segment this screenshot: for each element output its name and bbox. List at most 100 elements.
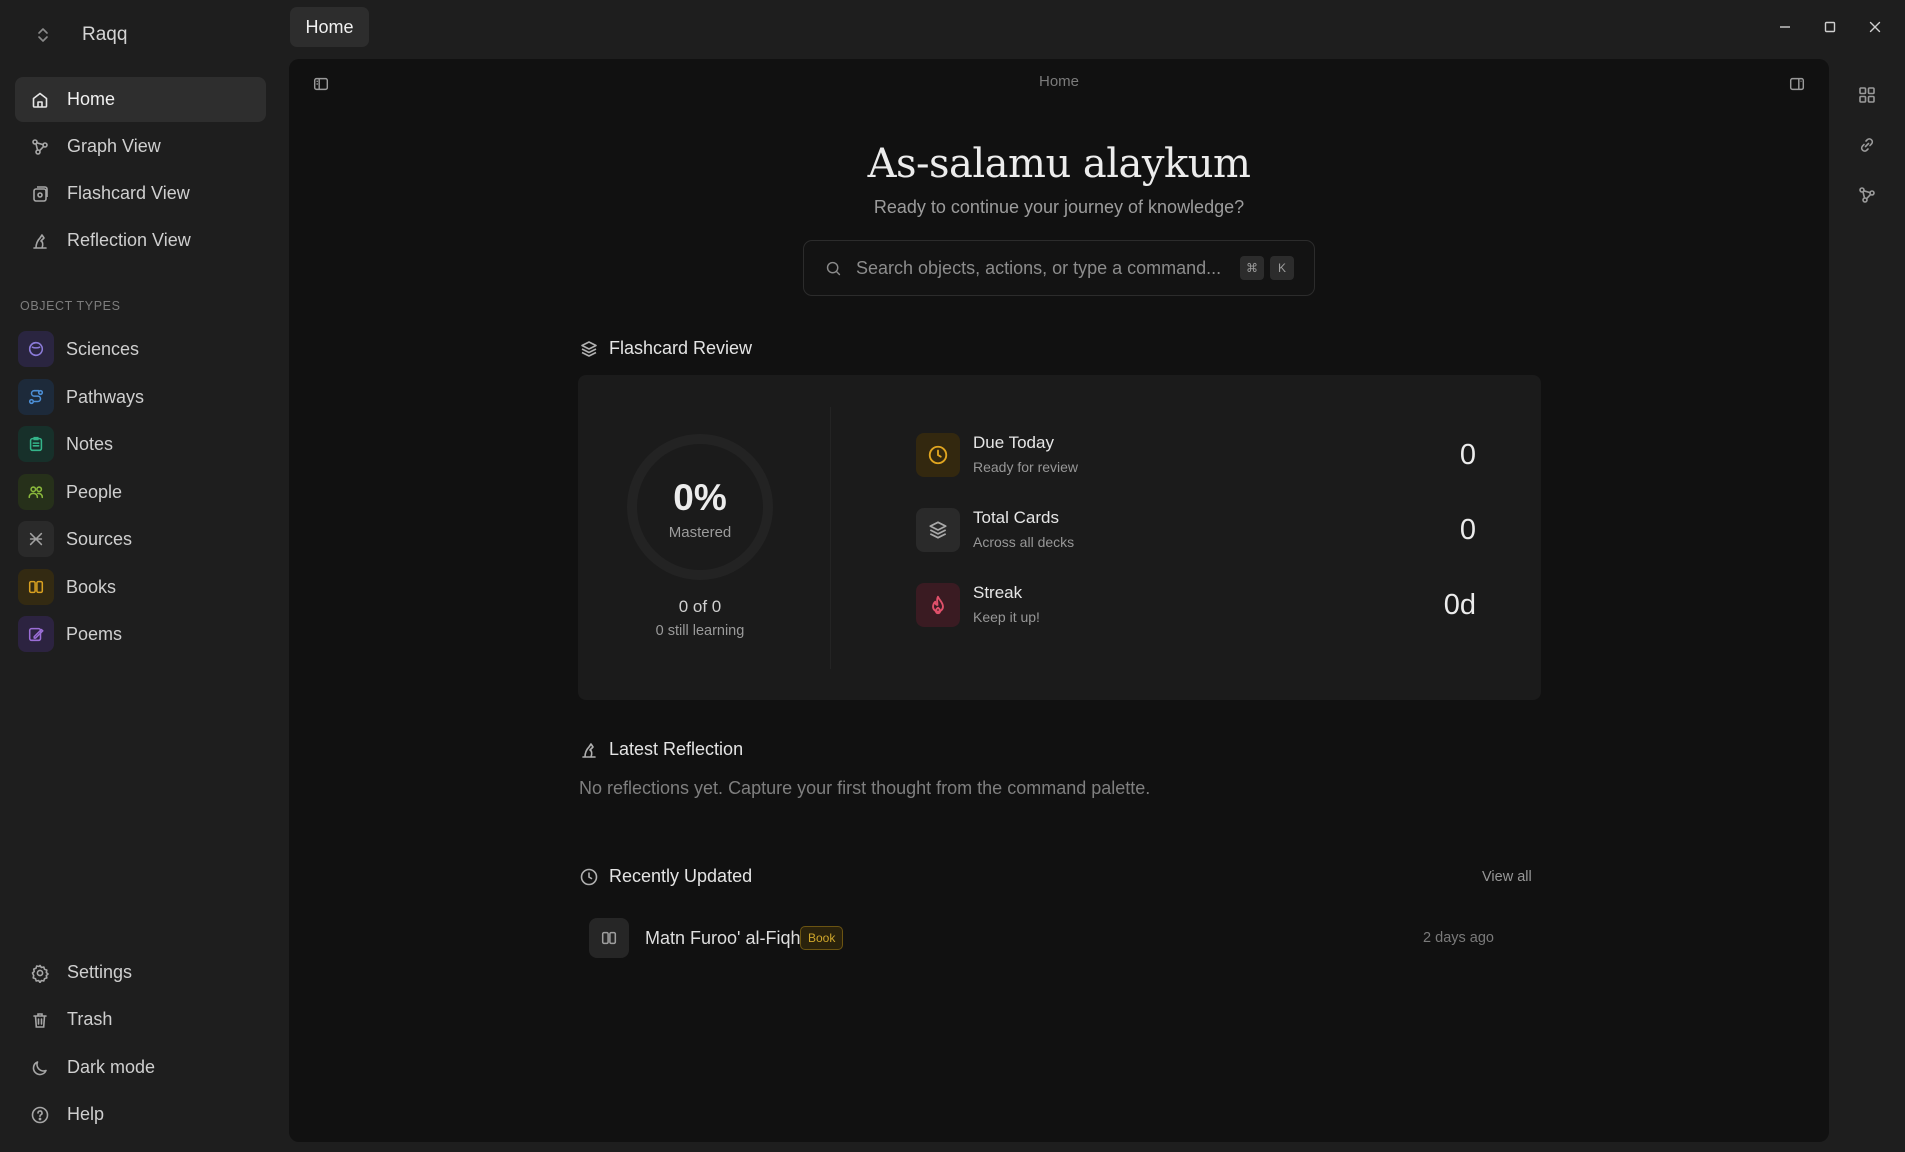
breadcrumb: Home [1038, 73, 1079, 90]
section-title: Recently Updated [609, 866, 753, 886]
search-icon [824, 259, 842, 277]
reflection-icon [579, 740, 599, 760]
main-panel: Home As-salamu alaykum Ready to continue… [289, 59, 1829, 1142]
type-sources[interactable]: Sources [18, 519, 266, 559]
gear-icon [28, 961, 52, 985]
shortcut-key: ⌘ [1240, 256, 1264, 280]
stat-subtitle: Ready for review [973, 459, 1079, 475]
type-badge: Book [800, 926, 844, 950]
app-header: Raqq [28, 20, 127, 50]
list-item[interactable]: Matn Furoo' al-Fiqh Book 2 days ago [589, 918, 1494, 960]
tab-home[interactable]: Home [290, 7, 369, 47]
link-icon[interactable] [1854, 132, 1880, 158]
minimize-icon[interactable] [1773, 15, 1797, 39]
nav-home[interactable]: Home [15, 77, 266, 122]
type-poems[interactable]: Poems [18, 614, 266, 654]
people-icon [18, 474, 54, 510]
divider [830, 407, 831, 669]
sidebar: Raqq Home Graph View Flashcard View Refl… [0, 0, 285, 1152]
nav-label: Reflection View [67, 230, 191, 250]
nav-label: Flashcard View [67, 183, 190, 203]
cards-count: 0 of 0 [678, 597, 722, 616]
item-title: Matn Furoo' al-Fiqh [645, 928, 801, 948]
nav-help[interactable]: Help [15, 1092, 266, 1137]
type-books[interactable]: Books [18, 567, 266, 607]
app-name: Raqq [82, 24, 128, 45]
section-title: Flashcard Review [609, 338, 753, 358]
reflection-empty-state: No reflections yet. Capture your first t… [579, 778, 1151, 798]
pathways-icon [18, 379, 54, 415]
moon-icon [28, 1056, 52, 1080]
type-people[interactable]: People [18, 472, 266, 512]
nav-label: Home [67, 89, 116, 109]
stat-subtitle: Across all decks [973, 534, 1075, 550]
trash-icon [28, 1008, 52, 1032]
latest-reflection-header: Latest Reflection [579, 739, 743, 760]
mastered-label: Mastered [668, 524, 732, 541]
mastered-percent: 0% [673, 477, 727, 518]
page-subtitle: Ready to continue your journey of knowle… [873, 197, 1245, 217]
type-label: Books [66, 576, 117, 597]
view-all-link[interactable]: View all [1482, 869, 1532, 885]
app-switcher-icon[interactable] [28, 20, 58, 50]
layers-icon [579, 339, 599, 359]
flashcard-card: 0% Mastered 0 of 0 0 still learning Due … [578, 375, 1541, 700]
shortcut-key: K [1270, 256, 1294, 280]
books-icon [589, 918, 629, 958]
type-notes[interactable]: Notes [18, 424, 266, 464]
mastery-ring: 0% Mastered [626, 433, 774, 581]
type-label: Sources [66, 528, 133, 549]
notes-icon [18, 426, 54, 462]
shortcut-hint: ⌘ K [1240, 256, 1300, 280]
nav-dark-mode[interactable]: Dark mode [15, 1045, 266, 1090]
nav-label: Help [67, 1104, 105, 1124]
stat-subtitle: Keep it up! [973, 609, 1040, 625]
poems-icon [18, 616, 54, 652]
type-label: People [66, 481, 123, 502]
stat-value: 0d [1443, 589, 1476, 621]
stat-value: 0 [1459, 439, 1476, 471]
maximize-icon[interactable] [1818, 15, 1842, 39]
type-pathways[interactable]: Pathways [18, 377, 266, 417]
stat-due-today[interactable]: Due Today Ready for review 0 [916, 431, 1476, 479]
stat-title: Streak [973, 583, 1023, 602]
stat-value: 0 [1459, 514, 1476, 546]
clock-icon [579, 867, 599, 887]
type-label: Poems [66, 623, 123, 644]
nav-flashcard-view[interactable]: Flashcard View [15, 171, 266, 216]
nav-settings[interactable]: Settings [15, 950, 266, 995]
nav-graph-view[interactable]: Graph View [15, 124, 266, 169]
search-input[interactable]: Search objects, actions, or type a comma… [856, 258, 1226, 279]
type-label: Pathways [66, 386, 145, 407]
flashcard-icon [28, 182, 52, 206]
stat-streak[interactable]: Streak Keep it up! 0d [916, 581, 1476, 629]
graph-icon [28, 135, 52, 159]
nav-reflection-view[interactable]: Reflection View [15, 218, 266, 263]
item-timestamp: 2 days ago [1423, 930, 1494, 946]
command-search[interactable]: Search objects, actions, or type a comma… [803, 240, 1315, 296]
page-title: As-salamu alaykum [867, 141, 1251, 187]
toggle-right-panel-icon[interactable] [1784, 71, 1810, 97]
nav-label: Graph View [67, 136, 161, 156]
clock-icon [916, 433, 960, 477]
sciences-icon [18, 331, 54, 367]
help-icon [28, 1103, 52, 1127]
type-sciences[interactable]: Sciences [18, 329, 266, 369]
stat-title: Total Cards [973, 508, 1059, 527]
close-icon[interactable] [1863, 15, 1887, 39]
layers-icon [916, 508, 960, 552]
type-label: Notes [66, 433, 114, 454]
nav-trash[interactable]: Trash [15, 997, 266, 1042]
type-label: Sciences [66, 338, 140, 359]
recently-updated-header: Recently Updated [579, 866, 752, 887]
flashcard-review-header: Flashcard Review [579, 338, 752, 359]
graph-icon[interactable] [1854, 182, 1880, 208]
books-icon [18, 569, 54, 605]
reflection-icon [28, 229, 52, 253]
grid-icon[interactable] [1854, 82, 1880, 108]
object-types-label: OBJECT TYPES [20, 299, 121, 313]
sources-icon [18, 521, 54, 557]
flame-icon [916, 583, 960, 627]
stat-total-cards[interactable]: Total Cards Across all decks 0 [916, 506, 1476, 554]
section-title: Latest Reflection [609, 739, 744, 759]
